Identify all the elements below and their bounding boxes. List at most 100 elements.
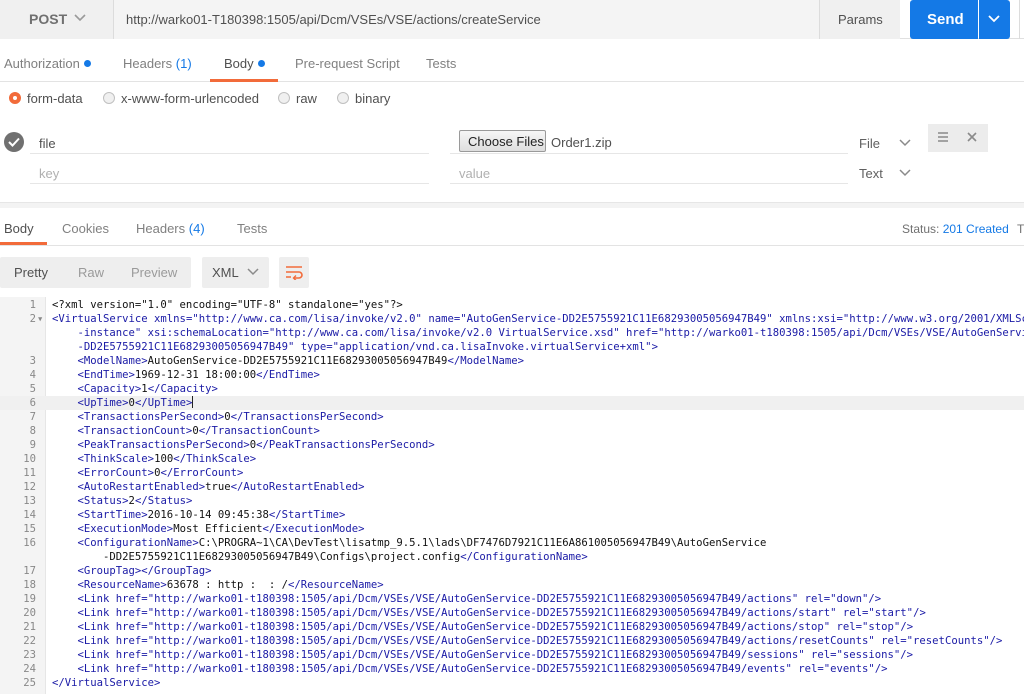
line-number: 23 (23, 649, 36, 661)
line-number: 3 (29, 355, 36, 367)
chevron-down-icon[interactable] (898, 167, 912, 179)
line-number: 17 (23, 565, 36, 577)
code-line: 9 <PeakTransactionsPerSecond>0</PeakTran… (0, 438, 1024, 452)
method-label: POST (29, 11, 68, 27)
method-select[interactable]: POST (0, 0, 114, 39)
form-value-placeholder[interactable]: value (459, 166, 490, 181)
checkmark-icon (8, 137, 20, 147)
code-line: 21 <Link href="http://warko01-t180398:15… (0, 620, 1024, 634)
code-text: <ResourceName>63678 : http : : /</Resour… (52, 579, 384, 591)
response-tabs: Body Cookies Headers (4) Tests Status: 2… (0, 208, 1024, 246)
code-text: -DD2E5755921C11E68293005056947B49\Config… (52, 551, 588, 563)
text-cursor (192, 396, 194, 408)
code-line: -DD2E5755921C11E68293005056947B49" type=… (0, 340, 1024, 354)
tab-body[interactable]: Body (224, 56, 265, 71)
wrap-lines-button[interactable] (279, 257, 309, 288)
code-text: <ErrorCount>0</ErrorCount> (52, 467, 244, 479)
code-text: <Link href="http://warko01-t180398:1505/… (52, 593, 882, 605)
active-tab-indicator (210, 79, 278, 82)
tab-response-body[interactable]: Body (4, 221, 34, 236)
type-select[interactable]: Text (859, 166, 883, 181)
line-number: 18 (23, 579, 36, 591)
line-number: 21 (23, 621, 36, 633)
view-preview[interactable]: Preview (131, 265, 177, 280)
code-line: 22 <Link href="http://warko01-t180398:15… (0, 634, 1024, 648)
status-indicator: Status: 201 Created (902, 222, 1009, 236)
line-number: 25 (23, 677, 36, 689)
code-text: <ExecutionMode>Most Efficient</Execution… (52, 523, 365, 535)
tab-authorization[interactable]: Authorization (4, 56, 91, 71)
url-input[interactable]: http://warko01-T180398:1505/api/Dcm/VSEs… (114, 0, 819, 39)
send-options-button[interactable] (979, 0, 1010, 39)
wrap-lines-icon (286, 266, 303, 280)
params-button[interactable]: Params (819, 0, 900, 39)
code-line: 25 </VirtualService> (0, 676, 1024, 690)
choose-files-button[interactable]: Choose Files (459, 130, 546, 152)
modified-dot-icon (257, 60, 265, 67)
row-enabled-checkbox[interactable] (4, 132, 24, 152)
code-text: <Link href="http://warko01-t180398:1505/… (52, 607, 926, 619)
code-text: <PeakTransactionsPerSecond>0</PeakTransa… (52, 439, 435, 451)
view-pretty[interactable]: Pretty (14, 265, 48, 280)
code-line: 13 <Status>2</Status> (0, 494, 1024, 508)
send-button[interactable]: Send (910, 0, 978, 39)
response-code-view[interactable]: 1 <?xml version="1.0" encoding="UTF-8" st… (0, 297, 1024, 694)
format-select[interactable]: XML (202, 257, 269, 288)
time-label-cut: T (1017, 222, 1024, 236)
modified-dot-icon (83, 60, 91, 67)
line-number: 14 (23, 509, 36, 521)
code-text: <GroupTag></GroupTag> (52, 565, 212, 577)
line-number: 4 (29, 369, 36, 381)
request-bar: POST http://warko01-T180398:1505/api/Dcm… (0, 0, 1024, 39)
form-key-input[interactable]: file (39, 136, 56, 151)
tab-response-headers[interactable]: Headers (4) (136, 221, 205, 236)
code-line: -instance" xsi:schemaLocation="http://ww… (0, 326, 1024, 340)
form-row-file: file Choose Files Order1.zip File (0, 124, 1024, 160)
save-button-edge[interactable] (1019, 0, 1024, 39)
line-number: 24 (23, 663, 36, 675)
code-text: <TransactionsPerSecond>0</TransactionsPe… (52, 411, 384, 423)
request-tabs: Authorization Headers (1) Body Pre-reque… (0, 45, 1024, 82)
status-code: 201 Created (942, 222, 1009, 236)
url-text: http://warko01-T180398:1505/api/Dcm/VSEs… (126, 12, 541, 27)
chevron-down-icon (74, 14, 86, 22)
tab-cookies[interactable]: Cookies (62, 221, 109, 236)
line-number: 10 (23, 453, 36, 465)
code-line: 20 <Link href="http://warko01-t180398:15… (0, 606, 1024, 620)
code-line: 15 <ExecutionMode>Most Efficient</Execut… (0, 522, 1024, 536)
line-number: 6 (29, 397, 36, 409)
code-line: 12 <AutoRestartEnabled>true</AutoRestart… (0, 480, 1024, 494)
chevron-down-icon[interactable] (898, 137, 912, 149)
code-line: 14 <StartTime>2016-10-14 09:45:38</Start… (0, 508, 1024, 522)
body-type-options: form-data x-www-form-urlencoded raw bina… (0, 88, 1024, 112)
menu-icon[interactable] (938, 132, 948, 142)
line-number: 15 (23, 523, 36, 535)
tab-test-results[interactable]: Tests (237, 221, 267, 236)
code-text: <ThinkScale>100</ThinkScale> (52, 453, 257, 465)
line-number: 8 (29, 425, 36, 437)
code-text: -DD2E5755921C11E68293005056947B49" type=… (52, 341, 658, 353)
line-number: 22 (23, 635, 36, 647)
code-line: 17 <GroupTag></GroupTag> (0, 564, 1024, 578)
code-line: 10 <ThinkScale>100</ThinkScale> (0, 452, 1024, 466)
code-text: <Link href="http://warko01-t180398:1505/… (52, 635, 1003, 647)
code-line: 2 ▾ <VirtualService xmlns="http://www.ca.c… (0, 312, 1024, 326)
code-text: <Capacity>1</Capacity> (52, 383, 218, 395)
type-select[interactable]: File (859, 136, 880, 151)
code-line: -DD2E5755921C11E68293005056947B49\Config… (0, 550, 1024, 564)
code-line: 5 <Capacity>1</Capacity> (0, 382, 1024, 396)
code-line: 6 <UpTime>0</UpTime> (0, 396, 1024, 410)
chevron-down-icon (988, 15, 1000, 23)
code-text: <AutoRestartEnabled>true</AutoRestartEna… (52, 481, 365, 493)
code-line: 1 <?xml version="1.0" encoding="UTF-8" st… (0, 298, 1024, 312)
close-icon[interactable] (966, 131, 978, 143)
tab-tests[interactable]: Tests (426, 56, 456, 71)
form-key-placeholder[interactable]: key (39, 166, 59, 181)
code-text: <ModelName>AutoGenService-DD2E5755921C11… (52, 355, 524, 367)
fold-toggle-icon[interactable]: ▾ (37, 312, 43, 326)
row-actions (928, 124, 988, 152)
code-line: 18 <ResourceName>63678 : http : : /</Res… (0, 578, 1024, 592)
tab-pre-request-script[interactable]: Pre-request Script (295, 56, 400, 71)
view-raw[interactable]: Raw (78, 265, 104, 280)
tab-headers[interactable]: Headers (1) (123, 56, 192, 71)
